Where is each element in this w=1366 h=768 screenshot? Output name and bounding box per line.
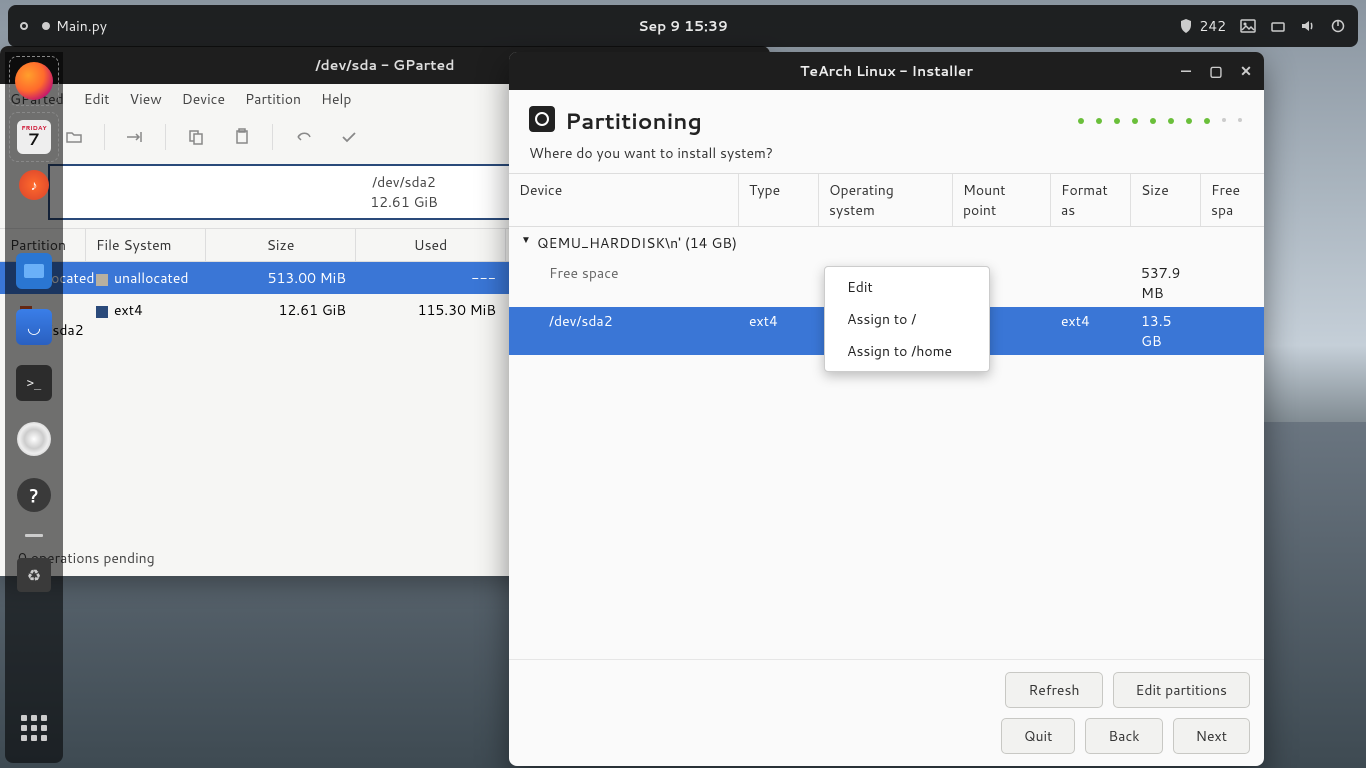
- dock-trash[interactable]: ♻: [11, 552, 57, 598]
- menu-item-assign-home[interactable]: Assign to /home: [825, 335, 989, 367]
- shield-icon: [1178, 18, 1194, 34]
- dock-music[interactable]: ♪: [11, 162, 57, 208]
- next-button[interactable]: Next: [1173, 718, 1250, 754]
- installer-titlebar[interactable]: TeArch Linux - Installer — ▢ ✕: [509, 52, 1264, 90]
- menu-help[interactable]: Help: [321, 89, 351, 109]
- col-size2[interactable]: Size: [1131, 174, 1201, 226]
- menu-view[interactable]: View: [130, 89, 162, 109]
- maximize-button[interactable]: ▢: [1206, 61, 1226, 81]
- installer-buttons: Refresh Edit partitions Quit Back Next: [509, 659, 1264, 766]
- shield-badge[interactable]: 242: [1178, 16, 1226, 36]
- dock-separator: [11, 528, 57, 542]
- context-menu: Edit Assign to / Assign to /home: [824, 266, 990, 372]
- volume-icon[interactable]: [1300, 18, 1316, 34]
- dock-disc[interactable]: [11, 416, 57, 462]
- dock-calendar[interactable]: FRIDAY 7: [11, 114, 57, 160]
- close-button[interactable]: ✕: [1236, 61, 1256, 81]
- page-title: Partitioning: [565, 106, 702, 137]
- menu-item-assign-root[interactable]: Assign to /: [825, 303, 989, 335]
- picture-icon[interactable]: [1240, 18, 1256, 34]
- undo-button[interactable]: [283, 119, 323, 155]
- dock-terminal[interactable]: >_: [11, 360, 57, 406]
- disk-label: QEMU_HARDDISK\n' (14 GB): [537, 233, 737, 253]
- disk-icon: [529, 106, 555, 132]
- files-icon: [16, 253, 52, 289]
- col-mount[interactable]: Mount point: [953, 174, 1051, 226]
- minimize-button[interactable]: —: [1176, 61, 1196, 81]
- step-dots: [1078, 118, 1242, 124]
- help-icon: ?: [17, 478, 51, 512]
- dock-apps[interactable]: [11, 705, 57, 751]
- apply-button[interactable]: [329, 119, 369, 155]
- clock[interactable]: Sep 9 15:39: [638, 16, 728, 36]
- installer-header: Partitioning: [509, 90, 1264, 143]
- firefox-icon: [15, 62, 53, 100]
- dock-help[interactable]: ?: [11, 472, 57, 518]
- power-icon[interactable]: [1330, 18, 1346, 34]
- disk-graph-size: 12.61 GiB: [370, 192, 437, 212]
- col-os[interactable]: Operating system: [819, 174, 953, 226]
- col-used[interactable]: Used: [356, 229, 506, 261]
- edit-partitions-button[interactable]: Edit partitions: [1113, 672, 1250, 708]
- menu-edit[interactable]: Edit: [84, 89, 110, 109]
- disk-graph-name: /dev/sda2: [372, 172, 436, 192]
- col-filesystem[interactable]: File System: [86, 229, 206, 261]
- dock: FRIDAY 7 ♪ ◡ >_ ? ♻: [5, 52, 63, 763]
- app-dot-icon: [42, 22, 50, 30]
- gnome-topbar: Main.py Sep 9 15:39 242: [8, 5, 1358, 47]
- bag-icon: ◡: [16, 309, 52, 345]
- back-button[interactable]: Back: [1085, 718, 1162, 754]
- col-device[interactable]: Device: [509, 174, 739, 226]
- triangle-down-icon: ▼: [521, 233, 531, 253]
- col-size[interactable]: Size: [206, 229, 356, 261]
- calendar-icon: FRIDAY 7: [17, 120, 51, 154]
- dock-files[interactable]: [11, 248, 57, 294]
- activities-icon[interactable]: [20, 22, 28, 30]
- quit-button[interactable]: Quit: [1001, 718, 1076, 754]
- trash-icon: ♻: [17, 558, 51, 592]
- music-icon: ♪: [19, 170, 49, 200]
- menu-item-edit[interactable]: Edit: [825, 271, 989, 303]
- paste-button[interactable]: [222, 119, 262, 155]
- installer-columns: Device Type Operating system Mount point…: [509, 173, 1264, 227]
- network-icon[interactable]: [1270, 18, 1286, 34]
- apps-grid-icon: [21, 715, 47, 741]
- installer-window: TeArch Linux - Installer — ▢ ✕ Partition…: [509, 52, 1264, 766]
- refresh-button[interactable]: Refresh: [1005, 672, 1102, 708]
- menu-device[interactable]: Device: [182, 89, 225, 109]
- copy-button[interactable]: [176, 119, 216, 155]
- resize-button[interactable]: [115, 119, 155, 155]
- terminal-icon: >_: [16, 365, 52, 401]
- disc-icon: [17, 422, 51, 456]
- menu-partition[interactable]: Partition: [245, 89, 301, 109]
- col-format[interactable]: Format as: [1051, 174, 1131, 226]
- dock-software[interactable]: ◡: [11, 304, 57, 350]
- col-type[interactable]: Type: [739, 174, 819, 226]
- shield-count: 242: [1199, 16, 1226, 36]
- installer-title: TeArch Linux - Installer: [800, 61, 973, 81]
- disk-row[interactable]: ▼ QEMU_HARDDISK\n' (14 GB): [509, 227, 1264, 259]
- running-app-indicator[interactable]: Main.py: [42, 16, 107, 36]
- col-free[interactable]: Free spa: [1201, 174, 1264, 226]
- dock-firefox[interactable]: [11, 58, 57, 104]
- running-app-label: Main.py: [56, 16, 107, 36]
- page-subtitle: Where do you want to install system?: [509, 143, 1264, 173]
